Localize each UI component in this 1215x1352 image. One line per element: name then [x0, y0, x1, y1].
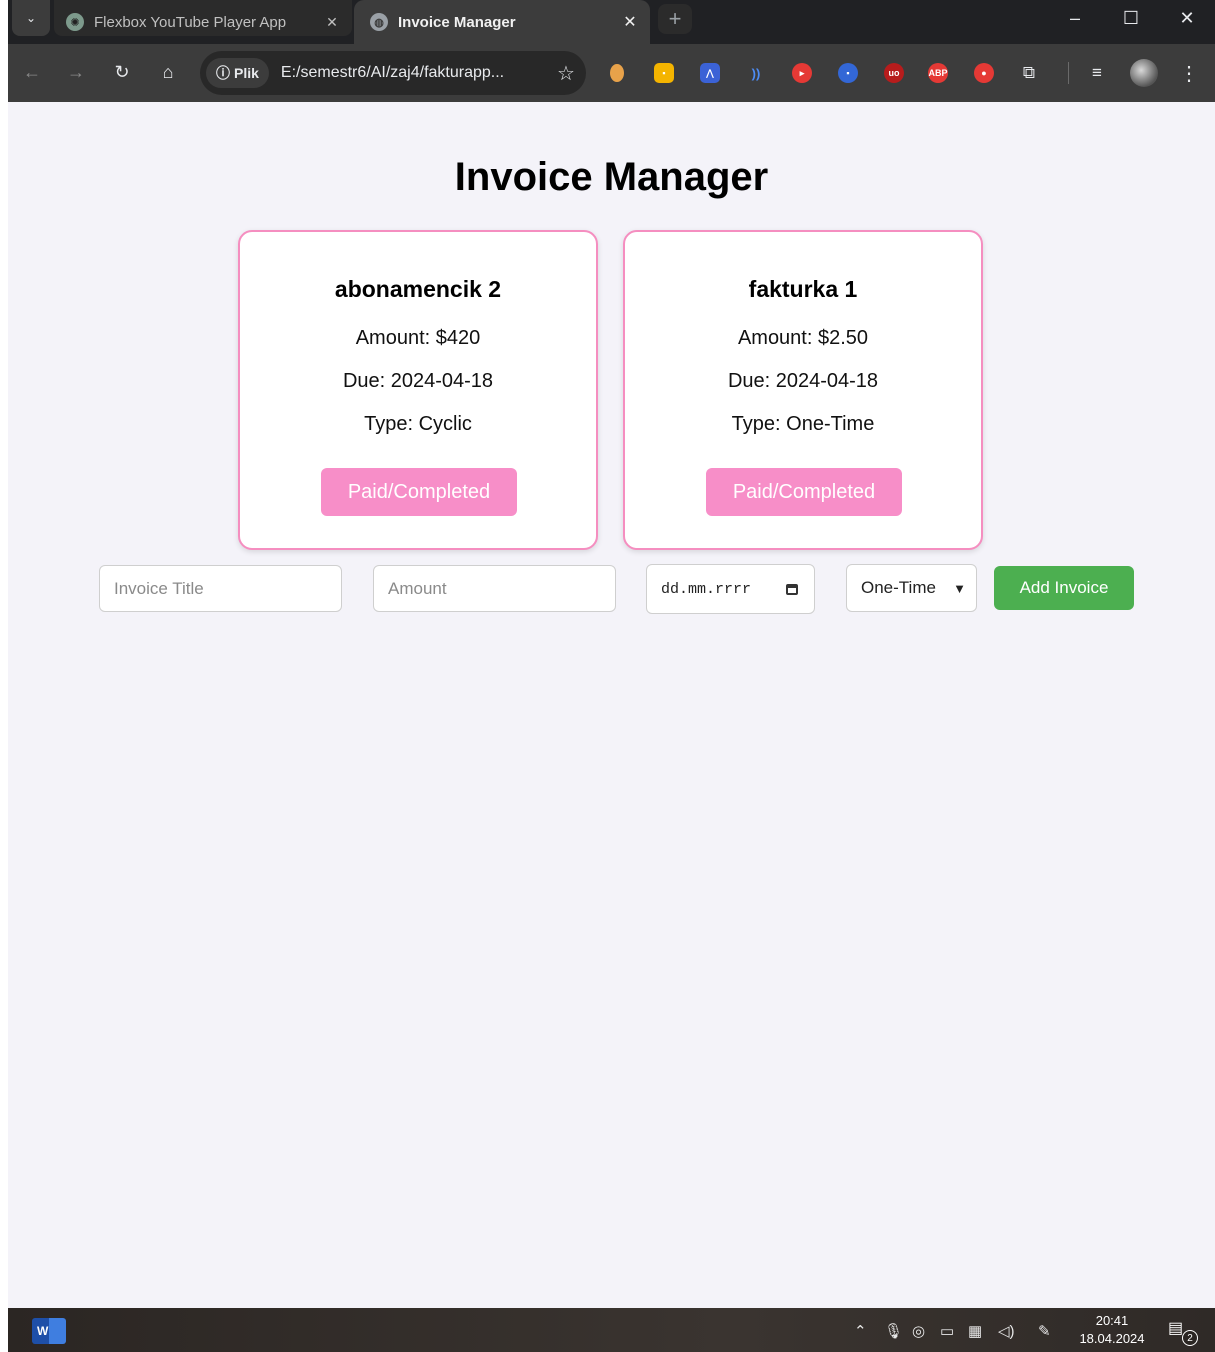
- add-invoice-button[interactable]: Add Invoice: [994, 566, 1134, 610]
- media-queue-icon[interactable]: ≡: [1084, 60, 1110, 86]
- minimize-button[interactable]: –: [1052, 0, 1098, 36]
- tab-search-button[interactable]: ⌄: [12, 0, 50, 36]
- back-button[interactable]: ←: [16, 56, 48, 88]
- menu-kebab-icon[interactable]: ⋮: [1176, 60, 1202, 86]
- site-info-chip[interactable]: ⓘ Plik: [206, 58, 269, 88]
- extension-record-icon[interactable]: ●: [974, 63, 994, 83]
- system-clock[interactable]: 20:41 18.04.2024: [1074, 1312, 1150, 1348]
- home-button[interactable]: ⌂: [152, 56, 184, 88]
- bookmark-star-icon[interactable]: ☆: [546, 61, 586, 86]
- calendar-icon[interactable]: [786, 583, 798, 595]
- tray-expand-icon[interactable]: ⌃: [854, 1322, 867, 1340]
- page-viewport: Invoice Manager abonamencik 2 Amount: $4…: [8, 102, 1215, 1308]
- pen-icon[interactable]: ✎: [1038, 1322, 1051, 1340]
- page-title: Invoice Manager: [454, 155, 769, 199]
- home-icon: ⌂: [162, 61, 174, 82]
- paid-completed-button[interactable]: Paid/Completed: [321, 468, 517, 516]
- arrow-left-icon: ←: [23, 61, 41, 82]
- notifications-button[interactable]: ▤ 2: [1168, 1318, 1198, 1346]
- invoice-amount: Amount: $2.50: [737, 327, 869, 349]
- due-date-input[interactable]: dd.mm.rrrr: [646, 564, 815, 614]
- tab-title: Invoice Manager: [398, 13, 516, 31]
- tab-title: Flexbox YouTube Player App: [94, 13, 287, 31]
- invoice-due: Due: 2024-04-18: [727, 370, 879, 392]
- url-text[interactable]: E:/semestr6/AI/zaj4/fakturapp...: [281, 64, 546, 82]
- chevron-down-icon: ⌄: [25, 11, 37, 25]
- adblock-plus-icon[interactable]: ABP: [928, 63, 948, 83]
- invoice-due: Due: 2024-04-18: [342, 370, 494, 392]
- browser-toolbar: ← → ↻ ⌂ ⓘ Plik E:/semestr6/AI/zaj4/faktu…: [8, 44, 1215, 102]
- profile-avatar[interactable]: [1130, 59, 1158, 87]
- extension-youtube-icon[interactable]: ▸: [792, 63, 812, 83]
- extension-network-icon[interactable]: ⋀: [700, 63, 720, 83]
- chevron-down-icon: ▼: [953, 580, 966, 596]
- tab-flexbox-player[interactable]: ✺ Flexbox YouTube Player App ✕: [54, 0, 352, 44]
- tab-close-icon[interactable]: ✕: [318, 14, 346, 31]
- word-app-icon[interactable]: W: [32, 1318, 66, 1344]
- reload-button[interactable]: ↻: [106, 56, 138, 88]
- paid-completed-button[interactable]: Paid/Completed: [706, 468, 902, 516]
- arrow-right-icon: →: [67, 61, 85, 82]
- invoice-card: abonamencik 2 Amount: $420 Due: 2024-04-…: [238, 230, 598, 550]
- new-tab-button[interactable]: +: [658, 4, 692, 34]
- amount-placeholder: Amount: [388, 578, 447, 598]
- invoice-type-selected: One-Time: [861, 578, 936, 597]
- reload-icon: ↻: [114, 61, 130, 82]
- invoice-title: abonamencik 2: [334, 276, 502, 302]
- info-icon: ⓘ: [216, 65, 230, 81]
- forward-button[interactable]: →: [60, 56, 92, 88]
- tab-invoice-manager[interactable]: ◍ Invoice Manager ✕: [354, 0, 650, 44]
- globe-icon: ◍: [370, 13, 388, 31]
- extension-lightbulb-icon[interactable]: [610, 64, 624, 82]
- tab-close-icon[interactable]: ✕: [616, 12, 644, 32]
- extension-keep-icon[interactable]: ▪: [654, 63, 674, 83]
- tray-app-icon[interactable]: ◎: [912, 1322, 925, 1340]
- openai-favicon-icon: ✺: [66, 13, 84, 31]
- site-info-label: Plik: [234, 65, 259, 81]
- clock-time: 20:41: [1095, 1313, 1129, 1328]
- invoice-card: fakturka 1 Amount: $2.50 Due: 2024-04-18…: [623, 230, 983, 550]
- notification-count: 2: [1182, 1330, 1198, 1346]
- invoice-title-input[interactable]: Invoice Title: [99, 565, 342, 612]
- tab-strip: ⌄ ✺ Flexbox YouTube Player App ✕ ◍ Invoi…: [8, 0, 1215, 44]
- maximize-button[interactable]: ☐: [1108, 0, 1154, 36]
- os-taskbar: W ⌃ 🎙 ◎ ▭ ▦ ◁) ✎ 20:41 18.04.2024 ▤ 2: [8, 1308, 1215, 1352]
- extension-docs-icon[interactable]: ▪: [838, 63, 858, 83]
- date-placeholder: dd.mm.rrrr: [661, 580, 752, 598]
- extension-sound-icon[interactable]: )): [746, 63, 766, 83]
- network-icon[interactable]: ▭: [940, 1322, 954, 1340]
- clock-date: 18.04.2024: [1079, 1331, 1145, 1346]
- ublock-origin-icon[interactable]: uo: [884, 63, 904, 83]
- notification-icon: ▤: [1168, 1320, 1184, 1337]
- app-window: ⌄ ✺ Flexbox YouTube Player App ✕ ◍ Invoi…: [8, 0, 1215, 1352]
- extensions-puzzle-icon[interactable]: ⧉: [1016, 60, 1042, 86]
- volume-icon[interactable]: ◁): [998, 1322, 1015, 1340]
- invoice-type-select[interactable]: One-Time ▼: [846, 564, 977, 612]
- address-bar[interactable]: ⓘ Plik E:/semestr6/AI/zaj4/fakturapp... …: [200, 51, 586, 95]
- amount-input[interactable]: Amount: [373, 565, 616, 612]
- invoice-type: Type: One-Time: [731, 413, 875, 435]
- invoice-title-placeholder: Invoice Title: [114, 578, 204, 598]
- invoice-amount: Amount: $420: [355, 327, 481, 349]
- invoice-title: fakturka 1: [748, 276, 858, 302]
- invoice-type: Type: Cyclic: [364, 413, 472, 435]
- close-window-button[interactable]: ✕: [1164, 0, 1210, 36]
- microphone-icon[interactable]: 🎙: [884, 1322, 903, 1340]
- tray-colorful-app-icon[interactable]: ▦: [968, 1322, 982, 1340]
